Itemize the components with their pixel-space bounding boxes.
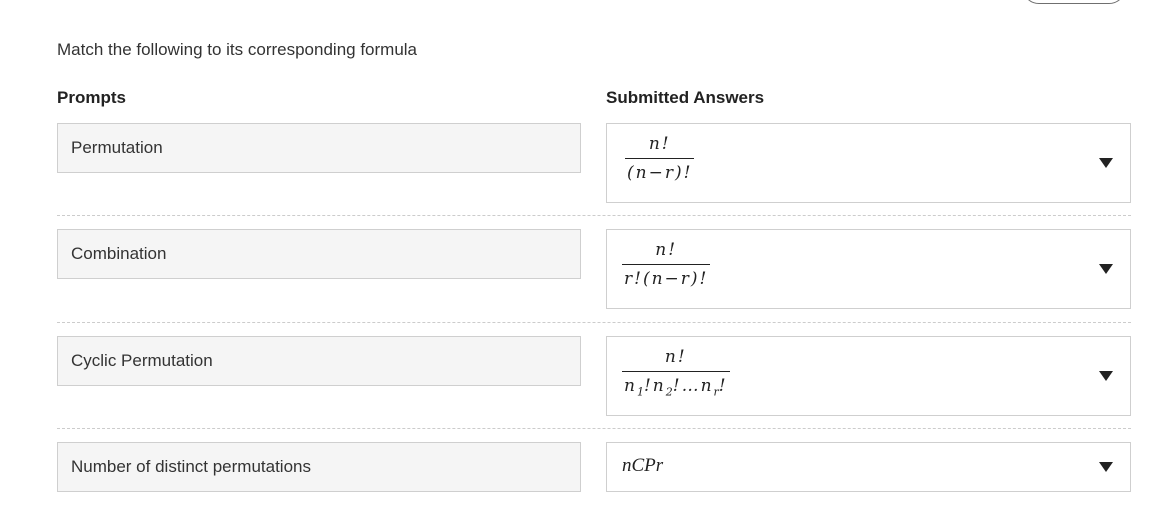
- formula-term: !…n: [672, 376, 714, 396]
- prompt-combination: Combination: [57, 229, 581, 279]
- formula-subscript: 1: [636, 385, 644, 399]
- submitted-answers-header: Submitted Answers: [606, 88, 765, 107]
- prompts-header: Prompts: [57, 88, 126, 107]
- formula-numerator: n!: [655, 240, 678, 260]
- question-instruction: Match the following to its corresponding…: [57, 40, 418, 59]
- row-divider: [57, 322, 1131, 323]
- prompt-label: Combination: [71, 244, 167, 263]
- formula-combination: n! r!(n−r)!: [622, 240, 711, 289]
- chevron-down-icon[interactable]: [1099, 371, 1113, 381]
- formula-numerator: n!: [664, 347, 687, 367]
- formula-numerator: n!: [648, 134, 671, 154]
- prompt-distinct-permutations: Number of distinct permutations: [57, 442, 581, 492]
- formula-term: !: [718, 376, 728, 396]
- formula-distinct-permutations: nCPr: [622, 455, 664, 476]
- formula-denominator: n1!n2!…nr!: [622, 372, 730, 398]
- formula-term: !n: [643, 376, 666, 396]
- chevron-down-icon[interactable]: [1099, 462, 1113, 472]
- row-divider: [57, 428, 1131, 429]
- formula-denominator: r!(n−r)!: [624, 269, 709, 289]
- answer-select-combination[interactable]: n! r!(n−r)!: [606, 229, 1131, 309]
- prompt-cyclic-permutation: Cyclic Permutation: [57, 336, 581, 386]
- chevron-down-icon[interactable]: [1099, 158, 1113, 168]
- prompt-label: Cyclic Permutation: [71, 351, 213, 370]
- answer-select-cyclic-permutation[interactable]: n! n1!n2!…nr!: [606, 336, 1131, 416]
- top-action-button[interactable]: [1022, 0, 1126, 4]
- prompt-label: Number of distinct permutations: [71, 457, 311, 476]
- row-divider: [57, 215, 1131, 216]
- formula-term: n: [624, 376, 637, 396]
- formula-denominator: (n−r)!: [627, 163, 693, 183]
- prompt-label: Permutation: [71, 138, 163, 157]
- answer-select-distinct-permutations[interactable]: nCPr: [606, 442, 1131, 492]
- formula-cyclic-permutation: n! n1!n2!…nr!: [622, 347, 730, 398]
- answer-select-permutation[interactable]: n! (n−r)!: [606, 123, 1131, 203]
- formula-subscript: 2: [665, 385, 673, 399]
- formula-permutation: n! (n−r)!: [625, 134, 695, 183]
- prompt-permutation: Permutation: [57, 123, 581, 173]
- chevron-down-icon[interactable]: [1099, 264, 1113, 274]
